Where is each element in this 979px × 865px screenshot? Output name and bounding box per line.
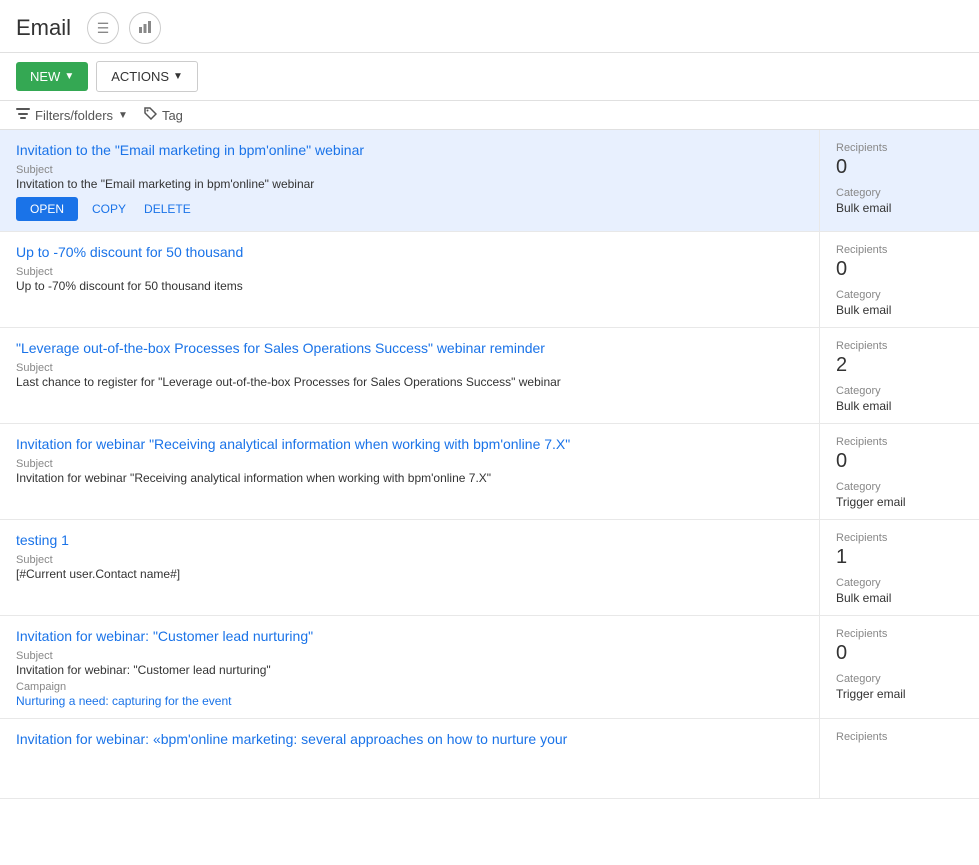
email-item: Invitation to the "Email marketing in bp… xyxy=(0,130,979,232)
recipients-count: 2 xyxy=(836,354,963,377)
subject-value: Last chance to register for "Leverage ou… xyxy=(16,375,803,389)
email-title[interactable]: testing 1 xyxy=(16,532,803,548)
category-label: Category xyxy=(836,385,963,397)
category-value: Trigger email xyxy=(836,687,963,701)
recipients-label: Recipients xyxy=(836,436,963,448)
recipients-count: 0 xyxy=(836,642,963,665)
category-label: Category xyxy=(836,289,963,301)
email-title[interactable]: Up to -70% discount for 50 thousand xyxy=(16,244,803,260)
actions-button-label: ACTIONS xyxy=(111,69,169,84)
category-label: Category xyxy=(836,577,963,589)
email-right: Recipients 0 Category Trigger email xyxy=(819,424,979,519)
recipients-count: 0 xyxy=(836,156,963,179)
subject-label: Subject xyxy=(16,164,803,176)
tag-button[interactable]: Tag xyxy=(144,107,183,123)
subject-value: Invitation to the "Email marketing in bp… xyxy=(16,177,803,191)
tag-icon xyxy=(144,107,157,123)
email-main: testing 1 Subject [#Current user.Contact… xyxy=(0,520,819,615)
email-right: Recipients xyxy=(819,719,979,798)
subject-label: Subject xyxy=(16,266,803,278)
chart-icon xyxy=(138,20,152,37)
subject-label: Subject xyxy=(16,458,803,470)
subject-value: Up to -70% discount for 50 thousand item… xyxy=(16,279,803,293)
recipients-label: Recipients xyxy=(836,142,963,154)
category-value: Bulk email xyxy=(836,303,963,317)
list-icon: ☰ xyxy=(97,20,110,37)
new-button[interactable]: NEW ▼ xyxy=(16,62,88,91)
email-right: Recipients 0 Category Trigger email xyxy=(819,616,979,718)
subject-label: Subject xyxy=(16,650,803,662)
email-title[interactable]: Invitation for webinar: "Customer lead n… xyxy=(16,628,803,644)
email-item: Invitation for webinar: «bpm'online mark… xyxy=(0,719,979,799)
chart-view-button[interactable] xyxy=(129,12,161,44)
email-main: Invitation for webinar: «bpm'online mark… xyxy=(0,719,819,798)
category-label: Category xyxy=(836,187,963,199)
actions-caret-icon: ▼ xyxy=(173,71,183,82)
recipients-label: Recipients xyxy=(836,244,963,256)
list-view-button[interactable]: ☰ xyxy=(87,12,119,44)
category-label: Category xyxy=(836,481,963,493)
category-value: Bulk email xyxy=(836,591,963,605)
email-right: Recipients 0 Category Bulk email xyxy=(819,232,979,327)
email-main: Invitation for webinar: "Customer lead n… xyxy=(0,616,819,718)
email-list: Invitation to the "Email marketing in bp… xyxy=(0,130,979,799)
email-main: Up to -70% discount for 50 thousand Subj… xyxy=(0,232,819,327)
email-right: Recipients 2 Category Bulk email xyxy=(819,328,979,423)
subject-value: Invitation for webinar: "Customer lead n… xyxy=(16,663,803,677)
page-header: Email ☰ xyxy=(0,0,979,53)
filter-bar: Filters/folders ▼ Tag xyxy=(0,101,979,130)
email-right: Recipients 0 Category Bulk email xyxy=(819,130,979,231)
category-value: Trigger email xyxy=(836,495,963,509)
email-main: Invitation for webinar "Receiving analyt… xyxy=(0,424,819,519)
email-item: Up to -70% discount for 50 thousand Subj… xyxy=(0,232,979,328)
filter-icon xyxy=(16,108,30,123)
email-title[interactable]: Invitation for webinar: «bpm'online mark… xyxy=(16,731,803,747)
filters-label: Filters/folders xyxy=(35,108,113,123)
email-item: "Leverage out-of-the-box Processes for S… xyxy=(0,328,979,424)
recipients-count: 1 xyxy=(836,546,963,569)
filters-folders-button[interactable]: Filters/folders ▼ xyxy=(16,108,128,123)
email-right: Recipients 1 Category Bulk email xyxy=(819,520,979,615)
category-label: Category xyxy=(836,673,963,685)
subject-label: Subject xyxy=(16,554,803,566)
category-value: Bulk email xyxy=(836,399,963,413)
recipients-label: Recipients xyxy=(836,340,963,352)
recipients-label: Recipients xyxy=(836,532,963,544)
filters-caret-icon: ▼ xyxy=(118,110,128,121)
recipients-label: Recipients xyxy=(836,731,963,743)
open-button[interactable]: OPEN xyxy=(16,197,78,221)
email-title[interactable]: Invitation to the "Email marketing in bp… xyxy=(16,142,803,158)
category-value: Bulk email xyxy=(836,201,963,215)
recipients-count: 0 xyxy=(836,258,963,281)
email-main: "Leverage out-of-the-box Processes for S… xyxy=(0,328,819,423)
page-title: Email xyxy=(16,15,71,41)
recipients-label: Recipients xyxy=(836,628,963,640)
subject-value: [#Current user.Contact name#] xyxy=(16,567,803,581)
email-main: Invitation to the "Email marketing in bp… xyxy=(0,130,819,231)
email-item: Invitation for webinar: "Customer lead n… xyxy=(0,616,979,719)
new-caret-icon: ▼ xyxy=(64,71,74,82)
email-title[interactable]: "Leverage out-of-the-box Processes for S… xyxy=(16,340,803,356)
email-title[interactable]: Invitation for webinar "Receiving analyt… xyxy=(16,436,803,452)
action-buttons: OPEN COPY DELETE xyxy=(16,197,803,221)
email-item: Invitation for webinar "Receiving analyt… xyxy=(0,424,979,520)
subject-label: Subject xyxy=(16,362,803,374)
toolbar: NEW ▼ ACTIONS ▼ xyxy=(0,53,979,101)
new-button-label: NEW xyxy=(30,69,60,84)
subject-value: Invitation for webinar "Receiving analyt… xyxy=(16,471,803,485)
email-item: testing 1 Subject [#Current user.Contact… xyxy=(0,520,979,616)
actions-button[interactable]: ACTIONS ▼ xyxy=(96,61,198,92)
delete-button[interactable]: DELETE xyxy=(140,197,195,221)
tag-label: Tag xyxy=(162,108,183,123)
campaign-value[interactable]: Nurturing a need: capturing for the even… xyxy=(16,694,803,708)
recipients-count: 0 xyxy=(836,450,963,473)
campaign-label: Campaign xyxy=(16,681,803,693)
copy-button[interactable]: COPY xyxy=(88,197,130,221)
